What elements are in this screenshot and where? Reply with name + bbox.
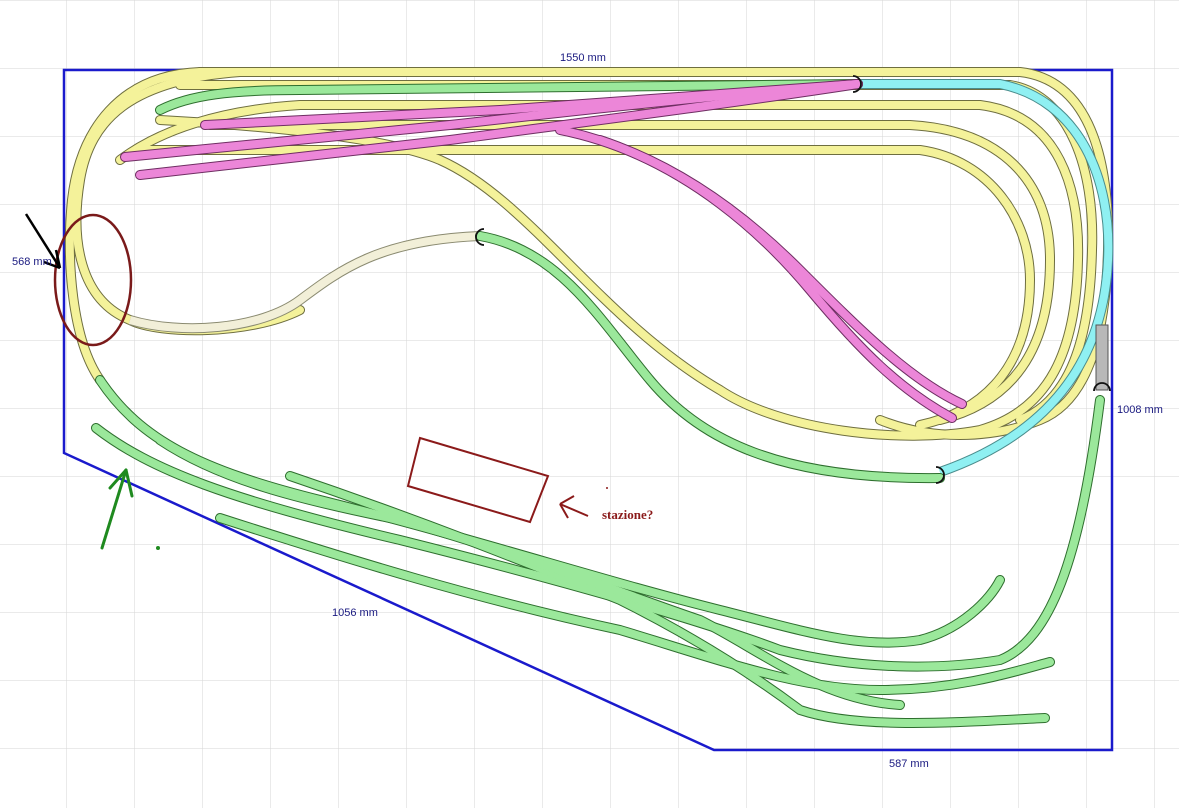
gray-track-segment (1095, 324, 1109, 391)
dimension-left: 568 mm (12, 256, 52, 268)
dimension-top: 1550 mm (560, 52, 606, 64)
dimension-bottom: 587 mm (889, 758, 929, 770)
dimension-diagonal: 1056 mm (332, 607, 378, 619)
red-dot (606, 487, 608, 489)
dimension-right: 1008 mm (1117, 404, 1163, 416)
track-plan-canvas: stazione? 1550 mm 568 mm 1008 mm 1056 mm… (0, 0, 1179, 808)
station-label: stazione? (602, 507, 653, 522)
green-dot (156, 546, 160, 550)
